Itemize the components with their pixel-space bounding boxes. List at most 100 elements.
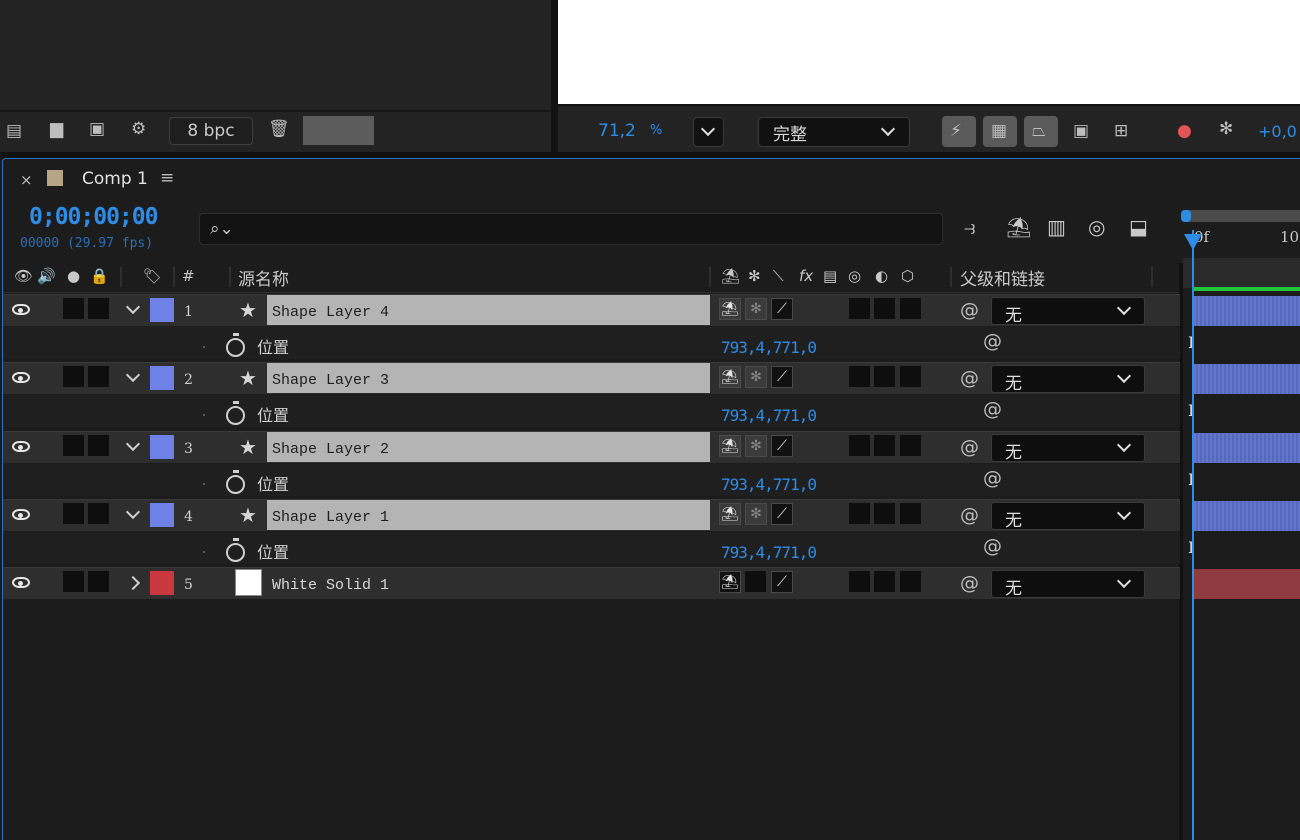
current-time-display[interactable]: 0;00;00;00 xyxy=(29,204,158,230)
parent-link-header[interactable]: 父级和链接 xyxy=(960,265,1045,290)
position-value[interactable]: 793,4,771,0 xyxy=(721,543,817,562)
adjustment-toggle[interactable] xyxy=(874,503,895,524)
pickwhip-icon[interactable]: @ xyxy=(960,504,979,526)
solo-toggle[interactable] xyxy=(88,298,109,319)
motion-blur-toggle[interactable] xyxy=(849,298,870,319)
work-area-start-handle[interactable] xyxy=(1181,210,1191,222)
collapse-switch[interactable]: ✻ xyxy=(745,298,767,320)
layer-duration-bar[interactable] xyxy=(1194,433,1300,463)
bit-depth-button[interactable]: 8 bpc xyxy=(169,117,253,145)
zoom-value[interactable]: 71,2 xyxy=(598,121,636,141)
stopwatch-icon[interactable] xyxy=(226,333,245,357)
composition-mini-flowchart-icon[interactable]: ⥽ xyxy=(964,215,975,239)
motion-blur-toggle[interactable] xyxy=(849,503,870,524)
tab-comp-1[interactable]: Comp 1 xyxy=(82,169,148,189)
stopwatch-icon[interactable] xyxy=(226,401,245,425)
tab-close-button[interactable]: × xyxy=(20,171,33,189)
layer-duration-bar[interactable] xyxy=(1194,501,1300,531)
solo-column-icon[interactable]: ● xyxy=(67,267,80,285)
project-settings-icon[interactable]: ⚙ xyxy=(131,119,146,139)
video-column-icon[interactable]: 👁 xyxy=(14,267,33,285)
eye-icon[interactable] xyxy=(12,509,30,520)
composition-canvas[interactable] xyxy=(558,0,1300,104)
eye-icon[interactable] xyxy=(12,304,30,315)
frame-blending-icon[interactable]: ▥ xyxy=(1047,215,1066,239)
collapse-switch-icon[interactable]: ✻ xyxy=(748,267,761,285)
quality-switch[interactable]: ⟋ xyxy=(771,435,793,457)
stopwatch-icon[interactable] xyxy=(226,470,245,494)
frame-blend-switch-icon[interactable]: ▤ xyxy=(823,267,837,285)
region-of-interest-button[interactable]: ▣ xyxy=(1065,116,1099,147)
layer-duration-bar[interactable] xyxy=(1194,364,1300,394)
layer-label-color[interactable] xyxy=(150,571,174,595)
adjustment-toggle[interactable] xyxy=(874,571,895,592)
3d-layer-switch-icon[interactable]: ⬡ xyxy=(901,267,914,285)
audio-toggle[interactable] xyxy=(63,503,84,524)
fast-previews-button[interactable]: ⚡ xyxy=(942,116,976,147)
pickwhip-icon[interactable]: @ xyxy=(960,367,979,389)
new-composition-icon[interactable]: ▣ xyxy=(89,119,105,139)
position-value[interactable]: 793,4,771,0 xyxy=(721,475,817,494)
3d-toggle[interactable] xyxy=(900,571,921,592)
position-value[interactable]: 793,4,771,0 xyxy=(721,338,817,357)
zoom-dropdown[interactable] xyxy=(693,117,724,147)
solo-toggle[interactable] xyxy=(88,435,109,456)
layer-search-input[interactable] xyxy=(199,213,943,245)
effects-switch-icon[interactable]: fx xyxy=(799,267,813,285)
grid-guides-button[interactable]: ⊞ xyxy=(1106,116,1140,147)
channel-rgb-icon[interactable]: ● xyxy=(1177,121,1192,141)
playhead-handle[interactable] xyxy=(1184,234,1202,250)
collapse-switch[interactable]: ✻ xyxy=(745,435,767,457)
shy-switch[interactable]: ⛱ xyxy=(719,435,741,457)
motion-blur-toggle[interactable] xyxy=(849,366,870,387)
motion-blur-switch-icon[interactable]: ◎ xyxy=(848,267,861,285)
collapse-switch[interactable]: ✻ xyxy=(745,503,767,525)
adjustment-toggle[interactable] xyxy=(874,435,895,456)
position-value[interactable]: 793,4,771,0 xyxy=(721,406,817,425)
adjustment-toggle[interactable] xyxy=(874,366,895,387)
3d-toggle[interactable] xyxy=(900,435,921,456)
pickwhip-icon[interactable]: @ xyxy=(983,535,1002,557)
pickwhip-icon[interactable]: @ xyxy=(983,330,1002,352)
lock-column-icon[interactable]: 🔒 xyxy=(90,267,109,285)
work-area-bar[interactable] xyxy=(1181,210,1300,222)
pickwhip-icon[interactable]: @ xyxy=(983,398,1002,420)
interpret-footage-icon[interactable]: ▤ xyxy=(6,121,22,141)
layer-label-color[interactable] xyxy=(150,435,174,459)
layer-duration-bar[interactable] xyxy=(1194,569,1300,599)
playhead-line[interactable] xyxy=(1192,230,1194,840)
layer-name[interactable]: Shape Layer 1 xyxy=(272,509,389,526)
3d-toggle[interactable] xyxy=(900,298,921,319)
layer-duration-bar[interactable] xyxy=(1194,296,1300,326)
adjustment-toggle[interactable] xyxy=(874,298,895,319)
eye-icon[interactable] xyxy=(12,372,30,383)
layer-name[interactable]: White Solid 1 xyxy=(272,577,389,594)
panel-menu-button[interactable]: ≡ xyxy=(160,168,174,188)
audio-toggle[interactable] xyxy=(63,298,84,319)
label-column-icon[interactable]: 🏷 xyxy=(143,267,162,285)
audio-toggle[interactable] xyxy=(63,435,84,456)
eye-icon[interactable] xyxy=(12,577,30,588)
stopwatch-icon[interactable] xyxy=(226,538,245,562)
eye-icon[interactable] xyxy=(12,441,30,452)
layer-label-color[interactable] xyxy=(150,366,174,390)
source-name-header[interactable]: 源名称 xyxy=(238,265,289,290)
pickwhip-icon[interactable]: @ xyxy=(960,299,979,321)
shy-switch[interactable]: ⛱ xyxy=(719,571,741,593)
solo-toggle[interactable] xyxy=(88,571,109,592)
quality-switch[interactable]: ⟋ xyxy=(771,366,793,388)
draft-3d-icon[interactable]: ⛱ xyxy=(1006,215,1031,239)
pickwhip-icon[interactable]: @ xyxy=(983,467,1002,489)
motion-blur-toggle[interactable] xyxy=(849,571,870,592)
shy-switch[interactable]: ⛱ xyxy=(719,298,741,320)
layer-label-color[interactable] xyxy=(150,298,174,322)
new-folder-icon[interactable]: ▆ xyxy=(50,119,63,139)
quality-switch[interactable]: ⟋ xyxy=(771,571,793,593)
motion-blur-icon[interactable]: ◎ xyxy=(1088,215,1105,239)
collapse-switch[interactable] xyxy=(745,571,766,592)
reset-exposure-icon[interactable]: ✻ xyxy=(1219,119,1233,139)
transparency-grid-button[interactable]: ▦ xyxy=(983,116,1017,147)
exposure-value[interactable]: +0,0 xyxy=(1258,122,1297,141)
trash-icon[interactable]: 🗑 xyxy=(268,119,290,139)
quality-switch[interactable]: ⟋ xyxy=(771,298,793,320)
